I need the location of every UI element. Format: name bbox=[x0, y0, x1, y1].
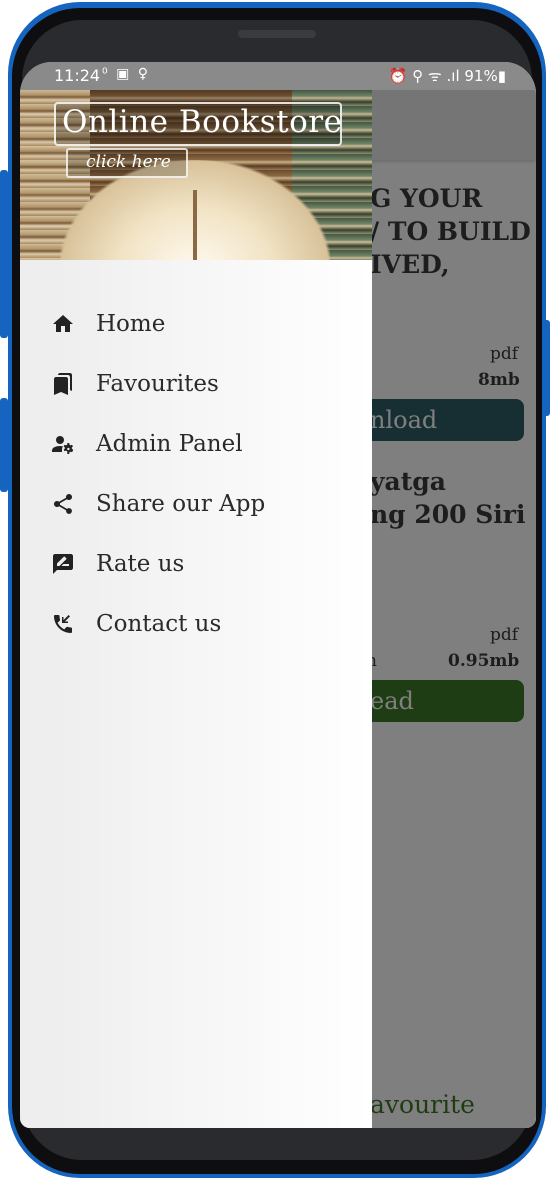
bookmarks-icon bbox=[50, 371, 76, 397]
banner-click-link[interactable]: click here bbox=[86, 152, 171, 172]
earpiece-speaker bbox=[238, 30, 316, 38]
power-button bbox=[543, 320, 550, 416]
menu-label: Favourites bbox=[96, 371, 219, 397]
menu-item-contact-us[interactable]: Contact us bbox=[20, 594, 372, 654]
menu-label: Contact us bbox=[96, 611, 222, 637]
status-notification-icons: ⁰ ▣ ♀ bbox=[102, 66, 150, 82]
share-icon bbox=[50, 491, 76, 517]
admin-settings-icon bbox=[50, 431, 76, 457]
menu-item-admin-panel[interactable]: Admin Panel bbox=[20, 414, 372, 474]
drawer-header-banner[interactable]: Online Bookstore click here bbox=[20, 90, 372, 260]
phone-callback-icon bbox=[50, 611, 76, 637]
volume-button bbox=[0, 170, 8, 338]
menu-item-home[interactable]: Home bbox=[20, 294, 372, 354]
menu-item-rate-us[interactable]: Rate us bbox=[20, 534, 372, 594]
bixby-button bbox=[0, 398, 8, 492]
drawer-menu: Home Favourites Admin Panel Share our Ap… bbox=[20, 294, 372, 654]
menu-label: Home bbox=[96, 311, 166, 337]
book-spine bbox=[193, 190, 197, 260]
status-system-icons: ⏰ ⚲ ᯤ .ıl 91%▮ bbox=[388, 67, 506, 85]
menu-item-share-app[interactable]: Share our App bbox=[20, 474, 372, 534]
banner-title: Online Bookstore bbox=[62, 104, 343, 140]
menu-item-favourites[interactable]: Favourites bbox=[20, 354, 372, 414]
menu-label: Admin Panel bbox=[96, 431, 243, 457]
status-time: 11:24 bbox=[54, 66, 101, 85]
status-bar: 11:24 ⁰ ▣ ♀ ⏰ ⚲ ᯤ .ıl 91%▮ bbox=[20, 62, 536, 90]
menu-label: Rate us bbox=[96, 551, 185, 577]
menu-label: Share our App bbox=[96, 491, 266, 517]
phone-screen: G YOUR / TO BUILD IVED, pdf 8mb nload ya… bbox=[20, 62, 536, 1128]
rate-review-icon bbox=[50, 551, 76, 577]
navigation-drawer: Online Bookstore click here Home Favouri… bbox=[20, 90, 372, 1128]
home-icon bbox=[50, 311, 76, 337]
